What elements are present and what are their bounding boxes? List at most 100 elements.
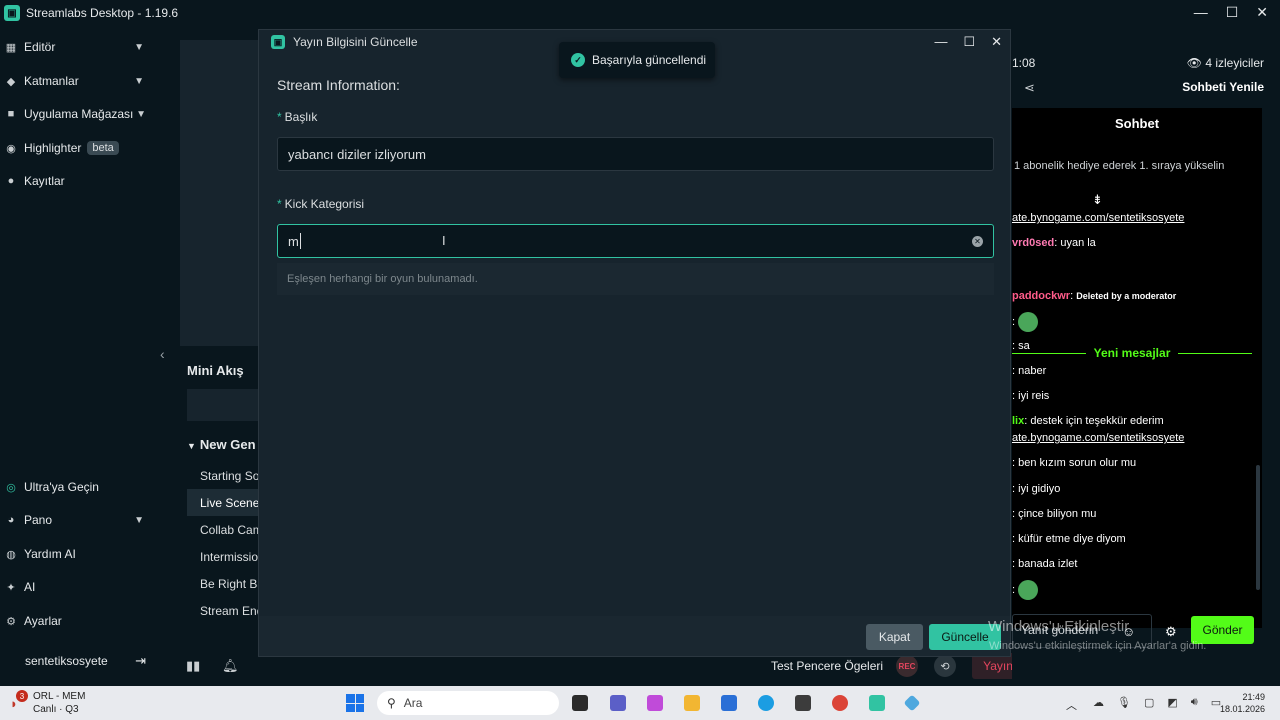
cloud-icon[interactable]: ☁ xyxy=(1093,696,1104,709)
sidebar-item-label: Ayarlar xyxy=(24,614,62,628)
sidebar-item-settings[interactable]: ⚙ Ayarlar xyxy=(0,606,156,636)
minimize-icon[interactable]: — xyxy=(1194,4,1208,21)
sports-widget[interactable]: ◗ 3 ORL - MEM Canlı · Q3 xyxy=(10,690,85,716)
sidebar-item-ai[interactable]: ✦ AI xyxy=(0,572,156,602)
chat-link[interactable]: ate.bynogame.com/sentetiksosyete xyxy=(1012,212,1184,224)
recordings-icon: ● xyxy=(7,175,15,187)
sidebar-item-label: Uygulama Mağazası xyxy=(24,107,134,121)
microphone-icon[interactable]: 🎙︎ xyxy=(1117,696,1131,709)
windows-start-icon[interactable] xyxy=(346,694,364,712)
sidebar-item-label: Katmanlar xyxy=(24,74,79,88)
record-button[interactable]: REC xyxy=(896,655,918,677)
logout-icon[interactable]: ⇥ xyxy=(135,653,146,669)
scene-collection-selector[interactable]: ▼ New Gen xyxy=(187,437,256,452)
store-app-icon[interactable] xyxy=(721,695,737,711)
deleted-text: Deleted by a moderator xyxy=(1076,291,1177,301)
system-tray-chevron-icon[interactable]: ︿ xyxy=(1066,697,1077,713)
layers-icon: ◆ xyxy=(6,75,16,88)
chat-link[interactable]: ate.bynogame.com/sentetiksosyete xyxy=(1012,432,1184,444)
pepe-emote-icon xyxy=(1018,580,1039,600)
notification-bell-icon[interactable]: 🔔︎ xyxy=(222,658,239,674)
streamlabs-logo-icon: ▣ xyxy=(4,5,20,21)
settings-gear-icon: ⚙ xyxy=(6,615,16,628)
category-field-label: * Kick Kategorisi xyxy=(277,197,364,211)
vpn-app-icon[interactable] xyxy=(903,694,921,712)
pinned-message-icon[interactable]: ⇟ xyxy=(1092,192,1103,208)
beta-badge: beta xyxy=(87,141,119,155)
chat-message: : iyi reis xyxy=(1012,390,1050,402)
chat-text: ben kızım sorun olur mu xyxy=(1018,457,1137,469)
maximize-icon[interactable]: ☐ xyxy=(1226,4,1239,21)
sidebar-item-ultra[interactable]: ◎ Ultra'ya Geçin xyxy=(0,472,156,502)
chat-text: sa xyxy=(1018,340,1030,352)
category-input-value: m xyxy=(288,233,299,249)
replay-buffer-icon[interactable]: ⟲ xyxy=(934,655,956,677)
close-window-icon[interactable]: ✕ xyxy=(1256,4,1268,21)
sidebar-item-label: AI xyxy=(24,580,36,594)
chat-scrollbar[interactable] xyxy=(1256,465,1260,590)
system-tray: ☁ 🎙︎ ▢ ◩ 🔊︎ ▭ xyxy=(1093,696,1221,709)
maximize-icon[interactable]: ☐ xyxy=(963,34,975,50)
copilot-icon[interactable] xyxy=(647,695,663,711)
chat-settings-gear-icon[interactable]: ⚙ xyxy=(1165,624,1177,640)
stats-chart-icon[interactable]: ▮▮ xyxy=(186,658,200,674)
chevron-left-icon[interactable]: ‹ xyxy=(160,346,165,362)
sidebar-item-label: Editör xyxy=(24,40,56,54)
category-search-input[interactable]: m I ✕ xyxy=(277,224,994,258)
scene-item[interactable]: Starting So xyxy=(187,462,259,489)
close-icon[interactable]: ✕ xyxy=(991,34,1002,50)
widget-text: ORL - MEM Canlı · Q3 xyxy=(33,690,85,716)
sidebar-item-layers[interactable]: ◆ Katmanlar ▼ xyxy=(0,66,156,96)
sidebar-item-label: Kayıtlar xyxy=(24,174,65,188)
scene-collection-name: New Gen xyxy=(199,437,256,452)
dashboard-icon: ◕ xyxy=(7,514,15,526)
stream-uptime: 1:08 xyxy=(1012,56,1036,70)
refresh-chat-button[interactable]: Sohbeti Yenile xyxy=(1182,80,1264,94)
sidebar-item-dashboard[interactable]: ◕ Pano ▼ xyxy=(0,505,156,535)
title-input[interactable]: yabancı diziler izliyorum xyxy=(277,137,994,171)
scene-item[interactable]: Collab Cam xyxy=(187,516,259,543)
dialog-footer: Kapat Güncelle xyxy=(259,616,1010,656)
scene-item[interactable]: Stream End xyxy=(187,597,259,624)
screen-share-icon[interactable]: ▢ xyxy=(1144,696,1154,709)
user-account[interactable]: sentetiksosyete ⇥ xyxy=(0,646,156,676)
edge-browser-icon[interactable] xyxy=(758,695,774,711)
clear-input-icon[interactable]: ✕ xyxy=(972,236,983,247)
task-view-icon[interactable] xyxy=(572,695,588,711)
test-widgets-label[interactable]: Test Pencere Ögeleri xyxy=(771,659,883,673)
sidebar-item-recordings[interactable]: ● Kayıtlar xyxy=(0,166,156,196)
chat-text: küfür etme diye diyom xyxy=(1018,533,1126,545)
share-icon[interactable]: ⋖ xyxy=(1024,80,1035,96)
sidebar-item-help-ai[interactable]: ◍ Yardım AI xyxy=(0,539,156,569)
taskbar-search[interactable]: ⚲ Ara xyxy=(377,691,559,715)
scene-item[interactable]: Be Right Ba xyxy=(187,570,259,597)
activation-watermark-text: Windows'u etkinleştirmek için Ayarlar'a … xyxy=(989,640,1207,652)
chat-message: : banada izlet xyxy=(1012,558,1078,570)
taskbar-clock[interactable]: 21:49 18.01.2026 xyxy=(1215,691,1265,715)
sidebar-item-app-store[interactable]: ■ Uygulama Mağazası ▼ xyxy=(0,99,156,129)
teams-icon[interactable] xyxy=(610,695,626,711)
scene-item[interactable]: Intermissio xyxy=(187,543,259,570)
sidebar-item-label: Ultra'ya Geçin xyxy=(24,480,99,494)
obs-icon[interactable] xyxy=(795,695,811,711)
sidebar-item-label: Highlighter xyxy=(24,141,82,155)
chrome-icon[interactable] xyxy=(832,695,848,711)
chat-username[interactable]: paddockwr xyxy=(1012,290,1070,302)
chat-username[interactable]: lix xyxy=(1012,415,1024,427)
sidebar-item-highlighter[interactable]: ◉ Highlighter beta xyxy=(0,133,156,163)
network-icon[interactable]: ◩ xyxy=(1167,696,1177,709)
text-caret xyxy=(299,233,301,249)
section-title: Stream Information: xyxy=(277,77,400,93)
scene-item-active[interactable]: Live Scene xyxy=(187,489,259,516)
file-explorer-icon[interactable] xyxy=(684,695,700,711)
widget-line2: Canlı · Q3 xyxy=(33,704,79,715)
volume-icon[interactable]: 🔊︎ xyxy=(1191,696,1198,709)
minimize-icon[interactable]: — xyxy=(934,34,947,50)
chat-username[interactable]: vrd0sed xyxy=(1012,237,1054,249)
success-toast: ✓ Başarıyla güncellendi xyxy=(559,42,715,78)
viewer-count-text: 4 izleyiciler xyxy=(1205,56,1264,70)
streamlabs-taskbar-icon[interactable] xyxy=(869,695,885,711)
sidebar-item-editor[interactable]: ▦ Editör ▼ xyxy=(0,32,156,62)
close-button[interactable]: Kapat xyxy=(866,624,923,650)
widget-line1: ORL - MEM xyxy=(33,691,86,702)
